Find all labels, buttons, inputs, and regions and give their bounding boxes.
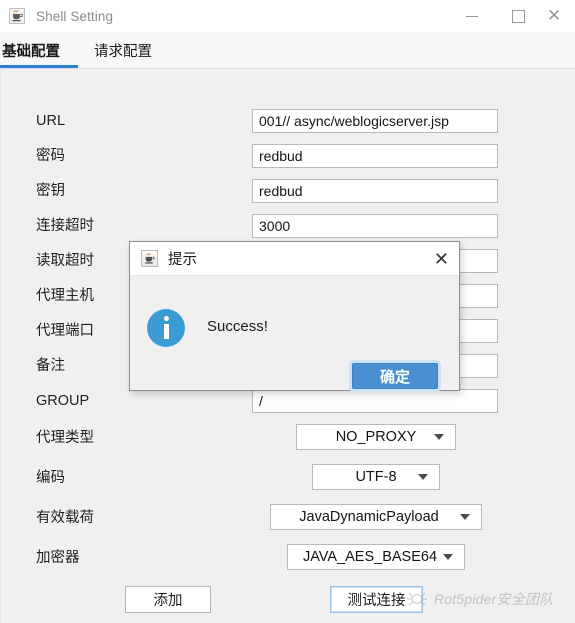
- select-encryptor[interactable]: JAVA_AES_BASE64: [287, 544, 465, 570]
- field-label-secret-key: 密钥: [36, 183, 65, 199]
- tab-label: 基础配置: [2, 43, 60, 60]
- watermark-text: Rot5pider安全团队: [434, 591, 554, 607]
- select-encoding[interactable]: UTF-8: [312, 464, 440, 490]
- dialog-close-button[interactable]: ✕: [434, 242, 449, 276]
- add-button-label: 添加: [153, 593, 183, 609]
- tab-request-config[interactable]: 请求配置: [94, 32, 152, 68]
- select-value: JAVA_AES_BASE64: [302, 549, 438, 565]
- close-button[interactable]: ✕: [541, 0, 575, 32]
- field-label-proxy-type: 代理类型: [36, 430, 94, 446]
- dialog-message: Success!: [207, 318, 268, 335]
- input-password[interactable]: redbud: [252, 144, 498, 168]
- add-button[interactable]: 添加: [125, 586, 211, 613]
- chevron-down-icon: [434, 434, 444, 440]
- window-title: Shell Setting: [36, 8, 114, 24]
- dialog-body: Success! 确定: [130, 276, 459, 390]
- success-dialog: 提示 ✕ Success! 确定: [129, 241, 460, 391]
- field-label-payload: 有效载荷: [36, 510, 94, 526]
- tab-label: 请求配置: [94, 43, 152, 60]
- minimize-button[interactable]: [449, 0, 495, 32]
- field-label-proxy-host: 代理主机: [36, 288, 94, 304]
- chevron-down-icon: [418, 474, 428, 480]
- select-value: NO_PROXY: [335, 429, 417, 445]
- field-label-remark: 备注: [36, 358, 65, 374]
- input-connect-timeout[interactable]: 3000: [252, 214, 498, 238]
- field-label-encryptor: 加密器: [36, 550, 80, 566]
- java-cup-icon: [9, 8, 25, 24]
- minimize-icon: [466, 15, 478, 17]
- close-icon: ✕: [433, 248, 449, 270]
- close-icon: ✕: [547, 5, 562, 26]
- watermark: Rot5pider安全团队: [404, 588, 553, 610]
- maximize-button[interactable]: [495, 0, 541, 32]
- select-value: JavaDynamicPayload: [299, 509, 439, 525]
- info-icon: [147, 309, 185, 347]
- chevron-down-icon: [443, 554, 453, 560]
- shell-setting-window: Shell Setting ✕ 基础配置 请求配置 URL 001// asyn…: [0, 0, 575, 623]
- field-label-password: 密码: [36, 148, 65, 164]
- input-secret-key[interactable]: redbud: [252, 179, 498, 203]
- window-controls: ✕: [449, 0, 575, 32]
- tab-active-indicator: [0, 65, 78, 68]
- java-cup-icon: [141, 250, 158, 267]
- select-value: UTF-8: [355, 469, 397, 485]
- test-connection-button[interactable]: 测试连接: [330, 586, 423, 613]
- field-label-read-timeout: 读取超时: [36, 253, 94, 269]
- maximize-icon: [511, 9, 525, 23]
- dialog-confirm-label: 确定: [379, 368, 410, 386]
- chevron-down-icon: [460, 514, 470, 520]
- field-label-url: URL: [36, 113, 66, 129]
- input-url[interactable]: 001// async/weblogicserver.jsp: [252, 109, 498, 133]
- input-group[interactable]: /: [252, 389, 498, 413]
- dialog-title: 提示: [168, 252, 197, 268]
- tabbar: 基础配置 请求配置: [0, 32, 575, 69]
- field-label-group: GROUP: [36, 393, 90, 409]
- panel-left-edge: [0, 69, 1, 623]
- tab-basic-config[interactable]: 基础配置: [2, 32, 60, 68]
- select-payload[interactable]: JavaDynamicPayload: [270, 504, 482, 530]
- dialog-titlebar: 提示 ✕: [130, 242, 459, 276]
- field-label-encoding: 编码: [36, 470, 65, 486]
- field-label-connect-timeout: 连接超时: [36, 218, 94, 234]
- select-proxy-type[interactable]: NO_PROXY: [296, 424, 456, 450]
- field-label-proxy-port: 代理端口: [36, 323, 94, 339]
- window-titlebar: Shell Setting ✕: [0, 0, 575, 32]
- test-connection-label: 测试连接: [347, 593, 406, 609]
- dialog-confirm-button[interactable]: 确定: [352, 363, 438, 389]
